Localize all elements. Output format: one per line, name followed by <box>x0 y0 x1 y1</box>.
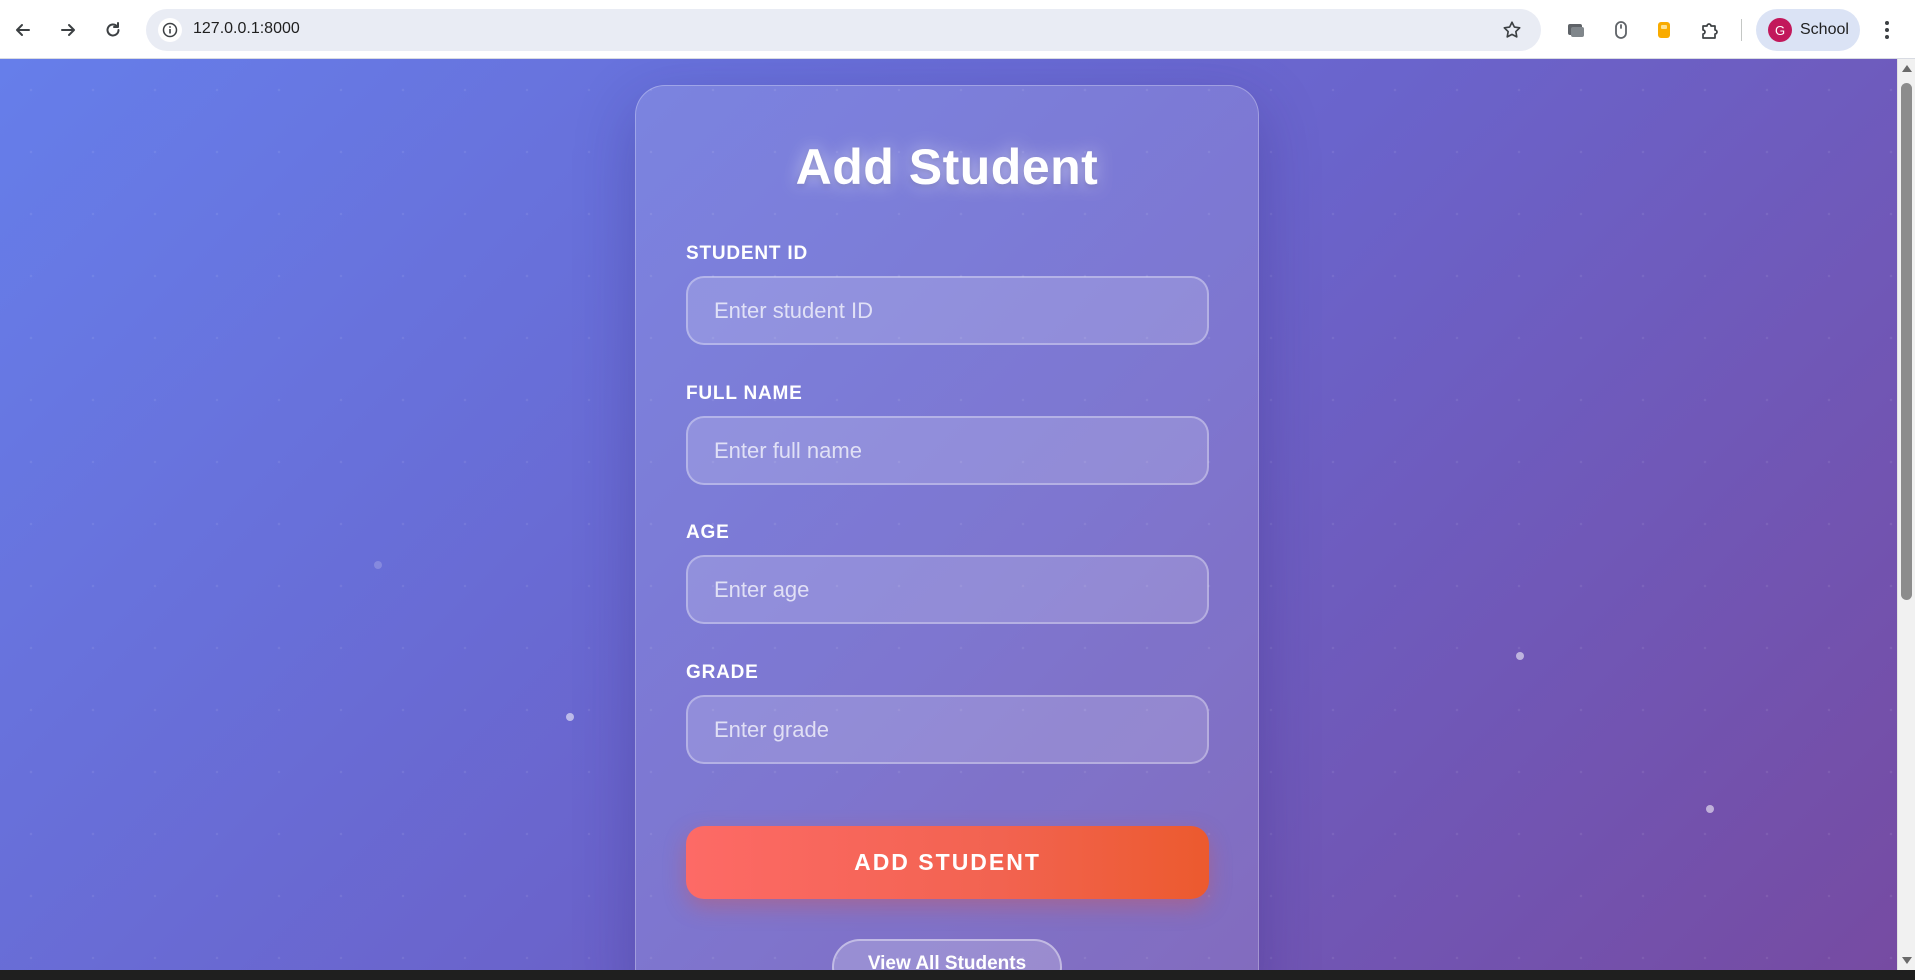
browser-menu-button[interactable] <box>1874 17 1900 43</box>
address-bar[interactable]: 127.0.0.1:8000 <box>146 9 1541 51</box>
reload-icon <box>106 22 120 37</box>
scroll-down-arrow-icon[interactable] <box>1902 957 1912 964</box>
student-id-label: STUDENT ID <box>686 243 808 264</box>
star-icon[interactable] <box>1501 19 1523 41</box>
toolbar-divider <box>1741 19 1742 41</box>
site-info-icon[interactable] <box>158 18 182 42</box>
decorative-particle <box>374 561 382 569</box>
url-text[interactable]: 127.0.0.1:8000 <box>193 20 300 38</box>
arrow-left-icon <box>16 24 30 36</box>
grade-label: GRADE <box>686 662 759 683</box>
decorative-particle <box>1706 805 1714 813</box>
puzzle-extension-icon[interactable] <box>1697 17 1723 43</box>
add-student-card: Add Student STUDENT ID FULL NAME AGE GRA… <box>635 85 1259 970</box>
page-scrollbar[interactable] <box>1897 59 1915 970</box>
profile-name: School <box>1800 21 1849 38</box>
reload-button[interactable] <box>97 14 129 46</box>
forward-button[interactable] <box>52 14 84 46</box>
age-label: AGE <box>686 522 730 543</box>
grade-input[interactable] <box>686 695 1209 764</box>
decorative-particle <box>566 713 574 721</box>
taskbar-edge <box>0 970 1915 980</box>
student-id-input[interactable] <box>686 276 1209 345</box>
arrow-right-icon <box>61 24 75 36</box>
view-all-students-button[interactable]: View All Students <box>832 939 1062 970</box>
scroll-up-arrow-icon[interactable] <box>1902 65 1912 72</box>
age-input[interactable] <box>686 555 1209 624</box>
full-name-input[interactable] <box>686 416 1209 485</box>
scrollbar-thumb[interactable] <box>1901 83 1912 600</box>
profile-button[interactable]: G School <box>1756 9 1860 51</box>
media-extension-icon[interactable] <box>1563 17 1589 43</box>
back-button[interactable] <box>7 14 39 46</box>
avatar: G <box>1768 18 1792 42</box>
browser-toolbar: 127.0.0.1:8000 G School <box>0 0 1915 59</box>
page-background: Add Student STUDENT ID FULL NAME AGE GRA… <box>0 59 1897 970</box>
decorative-particle <box>1516 652 1524 660</box>
mouse-extension-icon[interactable] <box>1608 17 1634 43</box>
page-title: Add Student <box>795 139 1099 195</box>
full-name-label: FULL NAME <box>686 383 803 404</box>
more-vertical-icon <box>1885 21 1889 39</box>
yellow-extension-icon[interactable] <box>1651 17 1677 43</box>
add-student-button[interactable]: ADD STUDENT <box>686 826 1209 899</box>
